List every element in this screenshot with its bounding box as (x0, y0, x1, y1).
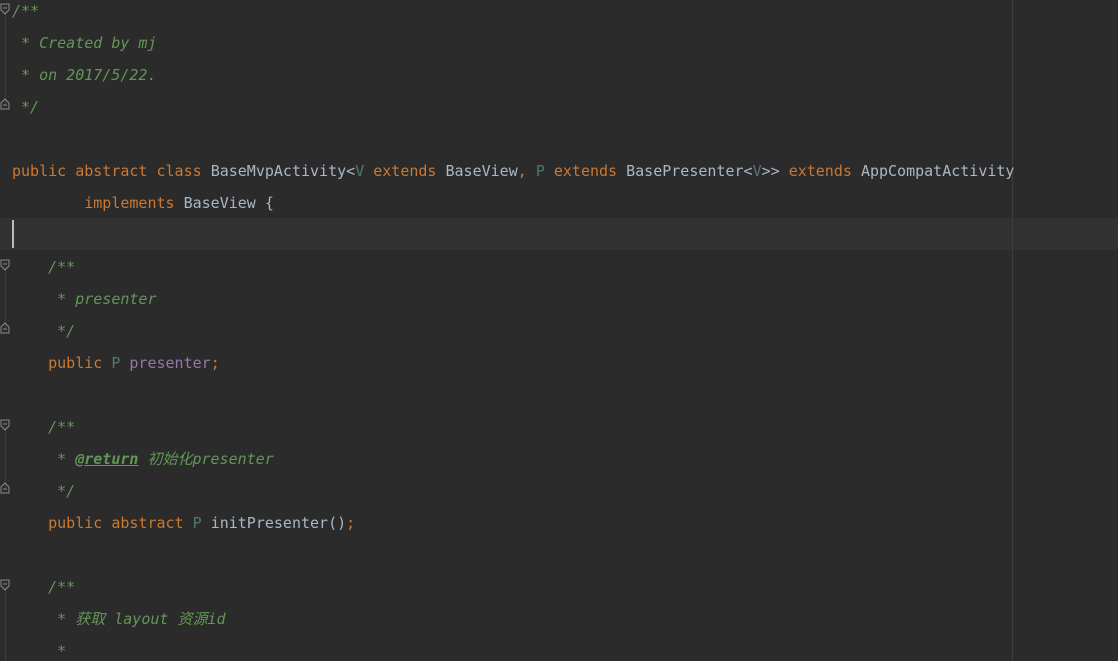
type-parameter: V (355, 162, 365, 180)
punctuation: , (517, 162, 536, 180)
type-name: AppCompatActivity (860, 162, 1015, 180)
code-line[interactable]: implements BaseView { (12, 187, 274, 219)
comment: * 获取 layout 资源id (12, 610, 226, 628)
text-caret (12, 220, 14, 248)
fold-guide (5, 266, 6, 330)
keyword: public abstract class (12, 162, 211, 180)
keyword: public (12, 354, 112, 372)
code-line[interactable]: public P presenter; (12, 347, 220, 379)
type-name: BaseView (445, 162, 518, 180)
comment: /** (12, 2, 40, 20)
code-line[interactable]: * Created by mj (12, 27, 157, 59)
code-line[interactable]: public abstract P initPresenter(); (12, 507, 355, 539)
code-line[interactable]: */ (12, 315, 75, 347)
type-name: BaseView { (183, 194, 274, 212)
punctuation: () (328, 514, 347, 532)
code-editor[interactable]: /** * Created by mj * on 2017/5/22. */ p… (0, 0, 1118, 661)
comment: * presenter (12, 290, 157, 308)
comment: * (12, 450, 76, 468)
fold-close-icon[interactable] (0, 322, 10, 334)
comment: */ (12, 482, 76, 500)
code-line[interactable]: * @return 初始化presenter (12, 443, 274, 475)
punctuation: ; (346, 514, 356, 532)
comment: /** (12, 258, 76, 276)
method-name: initPresenter (210, 514, 329, 532)
right-margin-guide (1012, 0, 1013, 661)
comment: * Created by mj (12, 34, 157, 52)
fold-guide (5, 10, 6, 106)
code-line[interactable]: * (12, 635, 66, 661)
fold-guide (5, 586, 6, 661)
code-line[interactable]: */ (12, 475, 75, 507)
code-line[interactable]: /** (12, 411, 75, 443)
type-parameter: P (111, 354, 130, 372)
comment: /** (12, 418, 76, 436)
comment: 初始化presenter (138, 450, 274, 468)
type-name: BasePresenter< (626, 162, 753, 180)
fold-guide (5, 426, 6, 490)
code-line[interactable]: * on 2017/5/22. (12, 59, 157, 91)
type-parameter: P (192, 514, 211, 532)
keyword: extends (788, 162, 861, 180)
code-line[interactable]: /** (12, 0, 39, 27)
code-line[interactable]: * presenter (12, 283, 157, 315)
comment: * on 2017/5/22. (12, 66, 157, 84)
current-line-highlight (0, 218, 1118, 250)
field-name: presenter (129, 354, 211, 372)
fold-open-icon[interactable] (0, 259, 10, 271)
class-name: BaseMvpActivity< (210, 162, 356, 180)
code-line[interactable]: public abstract class BaseMvpActivity<V … (12, 155, 1014, 187)
fold-open-icon[interactable] (0, 579, 10, 591)
code-line[interactable]: * 获取 layout 资源id (12, 603, 226, 635)
keyword: public abstract (12, 514, 193, 532)
fold-close-icon[interactable] (0, 98, 10, 110)
punctuation: >> (761, 162, 789, 180)
fold-close-icon[interactable] (0, 482, 10, 494)
code-line[interactable]: */ (12, 91, 39, 123)
keyword: extends (544, 162, 627, 180)
comment: * (12, 642, 67, 660)
type-parameter: P (535, 162, 545, 180)
code-line[interactable]: /** (12, 571, 75, 603)
keyword: implements (12, 194, 184, 212)
comment: /** (12, 578, 76, 596)
keyword: extends (364, 162, 446, 180)
javadoc-tag: @return (75, 450, 139, 468)
type-parameter: V (752, 162, 762, 180)
fold-open-icon[interactable] (0, 419, 10, 431)
comment: */ (12, 322, 76, 340)
punctuation: ; (210, 354, 220, 372)
comment: */ (12, 98, 40, 116)
fold-open-icon[interactable] (0, 3, 10, 15)
code-line[interactable]: /** (12, 251, 75, 283)
